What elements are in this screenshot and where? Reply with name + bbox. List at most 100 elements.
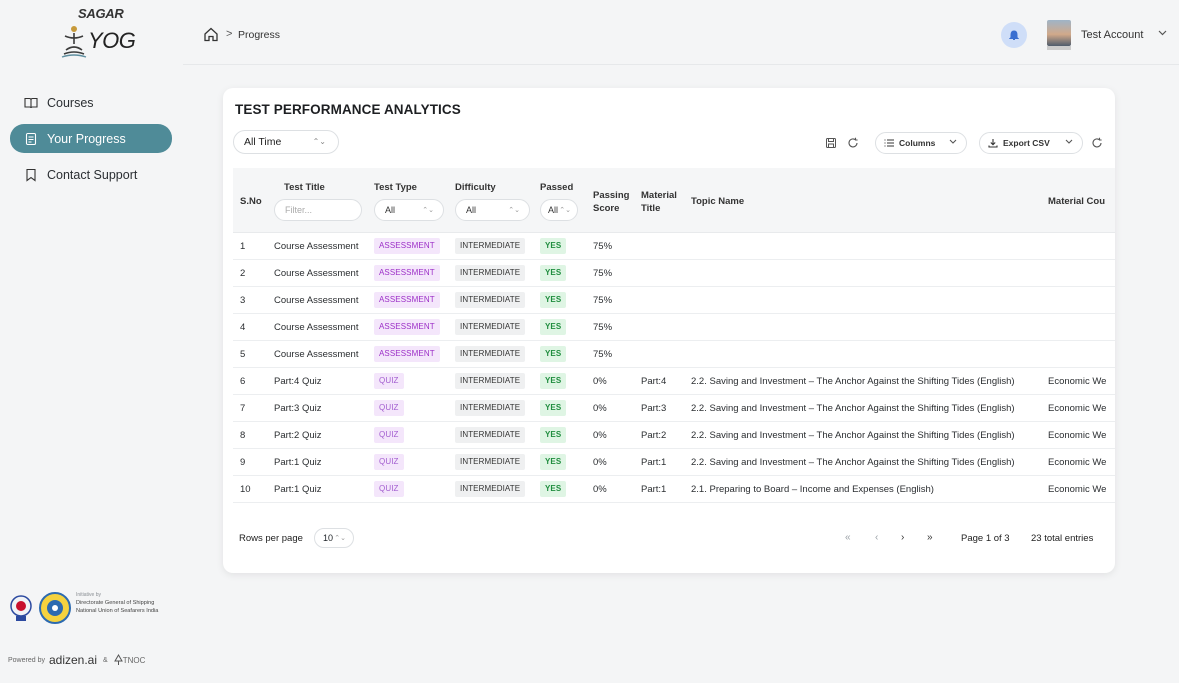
nusi-label: National Union of Seafarers India bbox=[76, 608, 159, 614]
initiative-label: Initiative by bbox=[76, 592, 102, 598]
top-bar: > Progress Test Account bbox=[183, 0, 1179, 65]
test-type-badge: ASSESSMENT bbox=[374, 265, 440, 281]
powered-prefix: Powered by bbox=[8, 656, 45, 664]
columns-button[interactable]: Columns bbox=[875, 132, 967, 154]
difficulty-filter-select[interactable]: All ⌃⌄ bbox=[455, 199, 530, 221]
avatar[interactable] bbox=[1047, 20, 1071, 46]
passed-badge: YES bbox=[540, 346, 567, 362]
export-csv-button[interactable]: Export CSV bbox=[979, 132, 1083, 154]
cell-sno: 4 bbox=[240, 322, 246, 333]
last-page-button[interactable]: » bbox=[927, 532, 933, 543]
cell-sno: 2 bbox=[240, 268, 246, 279]
table-row[interactable]: 9 Part:1 Quiz QUIZ INTERMEDIATE YES 0% Part:1 2… bbox=[233, 449, 1115, 476]
sidebar-item-courses[interactable]: Courses bbox=[10, 88, 172, 117]
header-passed[interactable]: Passed bbox=[540, 182, 573, 193]
powered-by: Powered by adizen.ai & TNOC bbox=[8, 653, 145, 667]
table-row[interactable]: 7 Part:3 Quiz QUIZ INTERMEDIATE YES 0% Part:3 2… bbox=[233, 395, 1115, 422]
bookmark-icon bbox=[24, 168, 38, 182]
difficulty-badge: INTERMEDIATE bbox=[455, 481, 526, 497]
title-filter-input[interactable]: Filter... bbox=[274, 199, 362, 221]
cell-test-title: Part:2 Quiz bbox=[274, 430, 322, 441]
header-material-title[interactable]: Material Title bbox=[641, 189, 677, 215]
table-row[interactable]: 1 Course Assessment ASSESSMENT INTERMEDIATE… bbox=[233, 233, 1115, 260]
breadcrumb-current[interactable]: Progress bbox=[238, 29, 280, 41]
next-page-button[interactable]: › bbox=[901, 532, 904, 543]
test-type-badge: QUIZ bbox=[374, 427, 404, 443]
logo-top-text: SAGAR bbox=[78, 6, 124, 21]
test-type-badge: ASSESSMENT bbox=[374, 238, 440, 254]
chevron-down-icon bbox=[1065, 139, 1073, 144]
cell-passing-score: 75% bbox=[593, 241, 613, 252]
ampersand: & bbox=[103, 656, 108, 664]
header-material-course[interactable]: Material Cou bbox=[1048, 196, 1105, 207]
passed-filter-value: All bbox=[548, 205, 559, 215]
cell-passing-score: 75% bbox=[593, 295, 613, 306]
first-page-button[interactable]: « bbox=[845, 532, 851, 543]
difficulty-badge: INTERMEDIATE bbox=[455, 454, 526, 470]
difficulty-badge: INTERMEDIATE bbox=[455, 346, 526, 362]
time-range-select[interactable]: All Time ⌃⌄ bbox=[233, 130, 339, 154]
sidebar-item-your-progress[interactable]: Your Progress bbox=[10, 124, 172, 153]
test-type-badge: ASSESSMENT bbox=[374, 292, 440, 308]
refresh-icon[interactable] bbox=[847, 137, 859, 149]
header-topic-name[interactable]: Topic Name bbox=[691, 196, 744, 207]
cell-passing-score: 0% bbox=[593, 484, 607, 495]
type-filter-select[interactable]: All ⌃⌄ bbox=[374, 199, 444, 221]
difficulty-badge: INTERMEDIATE bbox=[455, 373, 526, 389]
cell-sno: 6 bbox=[240, 376, 246, 387]
table-row[interactable]: 4 Course Assessment ASSESSMENT INTERMEDIATE… bbox=[233, 314, 1115, 341]
passed-badge: YES bbox=[540, 319, 567, 335]
save-icon[interactable] bbox=[825, 137, 837, 149]
table-row[interactable]: 2 Course Assessment ASSESSMENT INTERMEDIATE… bbox=[233, 260, 1115, 287]
cell-sno: 10 bbox=[240, 484, 251, 495]
sidebar-item-contact-support[interactable]: Contact Support bbox=[10, 160, 172, 189]
table-row[interactable]: 5 Course Assessment ASSESSMENT INTERMEDIATE… bbox=[233, 341, 1115, 368]
cell-sno: 9 bbox=[240, 457, 246, 468]
cell-topic-name: 2.2. Saving and Investment – The Anchor … bbox=[691, 376, 1015, 387]
cell-passing-score: 75% bbox=[593, 349, 613, 360]
cell-passing-score: 0% bbox=[593, 430, 607, 441]
notification-button[interactable] bbox=[1001, 22, 1027, 48]
sagar-mein-yog-logo[interactable]: SAGAR YOG bbox=[58, 6, 138, 64]
passed-filter-select[interactable]: All ⌃⌄ bbox=[540, 199, 578, 221]
cell-passing-score: 0% bbox=[593, 403, 607, 414]
avatar-caption bbox=[1047, 46, 1071, 50]
shipping-emblem-icon bbox=[10, 595, 32, 621]
select-caret-icon: ⌃⌄ bbox=[559, 207, 571, 214]
table-row[interactable]: 6 Part:4 Quiz QUIZ INTERMEDIATE YES 0% Part:4 2… bbox=[233, 368, 1115, 395]
refresh-icon[interactable] bbox=[1091, 137, 1103, 149]
sidebar-item-label: Courses bbox=[47, 95, 94, 110]
sidebar-item-label: Contact Support bbox=[47, 167, 138, 182]
table-row[interactable]: 3 Course Assessment ASSESSMENT INTERMEDIATE… bbox=[233, 287, 1115, 314]
download-icon bbox=[988, 138, 998, 148]
page-info: Page 1 of 3 bbox=[961, 533, 1010, 544]
select-caret-icon: ⌃⌄ bbox=[508, 207, 520, 214]
cell-test-title: Course Assessment bbox=[274, 241, 359, 252]
cell-sno: 8 bbox=[240, 430, 246, 441]
header-test-title[interactable]: Test Title bbox=[284, 182, 325, 193]
select-caret-icon: ⌃⌄ bbox=[312, 137, 326, 146]
time-range-value: All Time bbox=[244, 136, 282, 148]
cell-test-title: Course Assessment bbox=[274, 295, 359, 306]
cell-material-course: Economic We bbox=[1048, 376, 1107, 387]
header-passing-score[interactable]: Passing Score bbox=[593, 189, 629, 215]
select-caret-icon: ⌃⌄ bbox=[334, 535, 346, 542]
prev-page-button[interactable]: ‹ bbox=[875, 532, 878, 543]
cell-material-title: Part:1 bbox=[641, 457, 667, 468]
header-sno[interactable]: S.No bbox=[240, 196, 262, 207]
tnoc-brand: TNOC bbox=[122, 655, 146, 665]
chevron-down-icon[interactable] bbox=[1158, 30, 1167, 36]
header-difficulty[interactable]: Difficulty bbox=[455, 182, 496, 193]
logo-main-text: YOG bbox=[88, 28, 136, 53]
cell-test-title: Part:4 Quiz bbox=[274, 376, 322, 387]
header-test-type[interactable]: Test Type bbox=[374, 182, 417, 193]
table-row[interactable]: 10 Part:1 Quiz QUIZ INTERMEDIATE YES 0% Part:1… bbox=[233, 476, 1115, 503]
table-row[interactable]: 8 Part:2 Quiz QUIZ INTERMEDIATE YES 0% Part:2 2… bbox=[233, 422, 1115, 449]
columns-label: Columns bbox=[899, 138, 936, 148]
rows-per-page-select[interactable]: 10 ⌃⌄ bbox=[314, 528, 354, 548]
account-name[interactable]: Test Account bbox=[1081, 29, 1143, 41]
home-icon[interactable] bbox=[203, 27, 219, 42]
passed-badge: YES bbox=[540, 373, 567, 389]
cell-test-title: Part:3 Quiz bbox=[274, 403, 322, 414]
union-emblem-icon bbox=[39, 592, 71, 624]
